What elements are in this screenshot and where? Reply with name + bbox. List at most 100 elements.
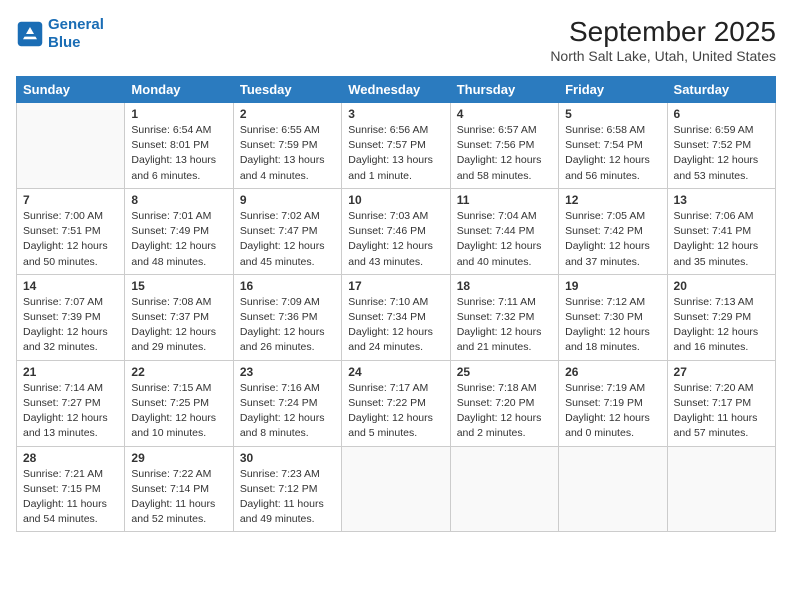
day-info-line: and 21 minutes. (457, 340, 552, 355)
day-number: 28 (23, 451, 118, 465)
day-info: Sunrise: 7:00 AMSunset: 7:51 PMDaylight:… (23, 209, 118, 270)
day-number: 15 (131, 279, 226, 293)
day-info-line: and 37 minutes. (565, 255, 660, 270)
day-info-line: Sunset: 7:24 PM (240, 396, 335, 411)
day-info-line: Sunrise: 7:19 AM (565, 381, 660, 396)
day-info-line: Sunrise: 7:05 AM (565, 209, 660, 224)
day-info: Sunrise: 7:17 AMSunset: 7:22 PMDaylight:… (348, 381, 443, 442)
day-number: 9 (240, 193, 335, 207)
day-info-line: Sunrise: 6:56 AM (348, 123, 443, 138)
day-info-line: Sunrise: 7:20 AM (674, 381, 769, 396)
day-number: 3 (348, 107, 443, 121)
day-info-line: and 43 minutes. (348, 255, 443, 270)
weekday-header-thursday: Thursday (450, 77, 558, 103)
calendar-body: 1Sunrise: 6:54 AMSunset: 8:01 PMDaylight… (17, 103, 776, 532)
day-info: Sunrise: 7:11 AMSunset: 7:32 PMDaylight:… (457, 295, 552, 356)
day-number: 5 (565, 107, 660, 121)
calendar-cell: 30Sunrise: 7:23 AMSunset: 7:12 PMDayligh… (233, 446, 341, 532)
logo: General Blue (16, 16, 104, 52)
day-info-line: and 35 minutes. (674, 255, 769, 270)
day-info-line: Sunrise: 7:04 AM (457, 209, 552, 224)
calendar-cell: 15Sunrise: 7:08 AMSunset: 7:37 PMDayligh… (125, 274, 233, 360)
day-info-line: Sunrise: 6:59 AM (674, 123, 769, 138)
day-number: 26 (565, 365, 660, 379)
day-info: Sunrise: 6:54 AMSunset: 8:01 PMDaylight:… (131, 123, 226, 184)
calendar-cell: 18 Sunrise: 7:11 AMSunset: 7:32 PMDayligh… (450, 274, 558, 360)
day-info: Sunrise: 7:14 AMSunset: 7:27 PMDaylight:… (23, 381, 118, 442)
day-info-line: and 1 minute. (348, 169, 443, 184)
day-info-line: Sunset: 7:12 PM (240, 482, 335, 497)
day-info-line: Sunrise: 7:23 AM (240, 467, 335, 482)
day-info-line: and 10 minutes. (131, 426, 226, 441)
day-info-line: and 18 minutes. (565, 340, 660, 355)
day-info-line: Daylight: 13 hours (348, 153, 443, 168)
day-info-line: Sunrise: 7:17 AM (348, 381, 443, 396)
day-info-line: Sunset: 7:54 PM (565, 138, 660, 153)
day-info: Sunrise: 6:57 AMSunset: 7:56 PMDaylight:… (457, 123, 552, 184)
calendar-cell: 19Sunrise: 7:12 AMSunset: 7:30 PMDayligh… (559, 274, 667, 360)
day-info-line: Daylight: 12 hours (348, 411, 443, 426)
weekday-header-sunday: Sunday (17, 77, 125, 103)
calendar-cell (667, 446, 775, 532)
day-number: 13 (674, 193, 769, 207)
day-info: Sunrise: 7:16 AMSunset: 7:24 PMDaylight:… (240, 381, 335, 442)
day-info-line: Daylight: 11 hours (240, 497, 335, 512)
calendar-cell (342, 446, 450, 532)
logo-icon (16, 20, 44, 48)
calendar-cell: 1Sunrise: 6:54 AMSunset: 8:01 PMDaylight… (125, 103, 233, 189)
calendar-cell: 9Sunrise: 7:02 AMSunset: 7:47 PMDaylight… (233, 188, 341, 274)
day-info-line: Daylight: 11 hours (674, 411, 769, 426)
day-number: 7 (23, 193, 118, 207)
day-info-line: Daylight: 12 hours (674, 239, 769, 254)
calendar-cell: 11Sunrise: 7:04 AMSunset: 7:44 PMDayligh… (450, 188, 558, 274)
title-area: September 2025 North Salt Lake, Utah, Un… (550, 16, 776, 64)
day-info: Sunrise: 6:56 AMSunset: 7:57 PMDaylight:… (348, 123, 443, 184)
day-info-line: Daylight: 12 hours (565, 153, 660, 168)
day-info-line: and 0 minutes. (565, 426, 660, 441)
day-info-line: and 32 minutes. (23, 340, 118, 355)
day-info-line: and 45 minutes. (240, 255, 335, 270)
day-info-line: Sunset: 7:22 PM (348, 396, 443, 411)
calendar-week-5: 28Sunrise: 7:21 AMSunset: 7:15 PMDayligh… (17, 446, 776, 532)
day-info-line: Sunrise: 7:21 AM (23, 467, 118, 482)
calendar-cell (559, 446, 667, 532)
day-info-line: Sunrise: 6:58 AM (565, 123, 660, 138)
calendar-cell: 2Sunrise: 6:55 AMSunset: 7:59 PMDaylight… (233, 103, 341, 189)
calendar-cell: 22Sunrise: 7:15 AMSunset: 7:25 PMDayligh… (125, 360, 233, 446)
day-number: 18 (457, 279, 552, 293)
day-info-line: and 49 minutes. (240, 512, 335, 527)
logo-line2: Blue (48, 34, 81, 51)
day-info-line: Sunrise: 7:01 AM (131, 209, 226, 224)
day-info-line: and 53 minutes. (674, 169, 769, 184)
day-number: 17 (348, 279, 443, 293)
day-info-line: Sunset: 7:14 PM (131, 482, 226, 497)
day-number: 4 (457, 107, 552, 121)
day-info-line: and 13 minutes. (23, 426, 118, 441)
day-number: 2 (240, 107, 335, 121)
day-number: 20 (674, 279, 769, 293)
day-number: 12 (565, 193, 660, 207)
day-number: 11 (457, 193, 552, 207)
day-info-line: Sunset: 7:30 PM (565, 310, 660, 325)
calendar-cell: 7 Sunrise: 7:00 AMSunset: 7:51 PMDaylight… (17, 188, 125, 274)
day-info-line: Sunset: 7:41 PM (674, 224, 769, 239)
day-info-line: and 6 minutes. (131, 169, 226, 184)
day-info-line: Sunrise: 7:00 AM (23, 209, 118, 224)
day-info-line: and 50 minutes. (23, 255, 118, 270)
day-info-line: and 24 minutes. (348, 340, 443, 355)
day-info-line: Sunset: 7:25 PM (131, 396, 226, 411)
weekday-header-tuesday: Tuesday (233, 77, 341, 103)
calendar-cell: 8Sunrise: 7:01 AMSunset: 7:49 PMDaylight… (125, 188, 233, 274)
day-info: Sunrise: 6:58 AMSunset: 7:54 PMDaylight:… (565, 123, 660, 184)
day-info-line: and 52 minutes. (131, 512, 226, 527)
day-info-line: Sunset: 7:36 PM (240, 310, 335, 325)
day-info-line: Sunrise: 7:16 AM (240, 381, 335, 396)
calendar-table: SundayMondayTuesdayWednesdayThursdayFrid… (16, 76, 776, 532)
calendar-cell: 14Sunrise: 7:07 AMSunset: 7:39 PMDayligh… (17, 274, 125, 360)
day-number: 23 (240, 365, 335, 379)
day-number: 10 (348, 193, 443, 207)
day-info-line: Sunset: 8:01 PM (131, 138, 226, 153)
day-info-line: Sunset: 7:37 PM (131, 310, 226, 325)
day-info-line: Daylight: 13 hours (240, 153, 335, 168)
day-info-line: Sunset: 7:19 PM (565, 396, 660, 411)
